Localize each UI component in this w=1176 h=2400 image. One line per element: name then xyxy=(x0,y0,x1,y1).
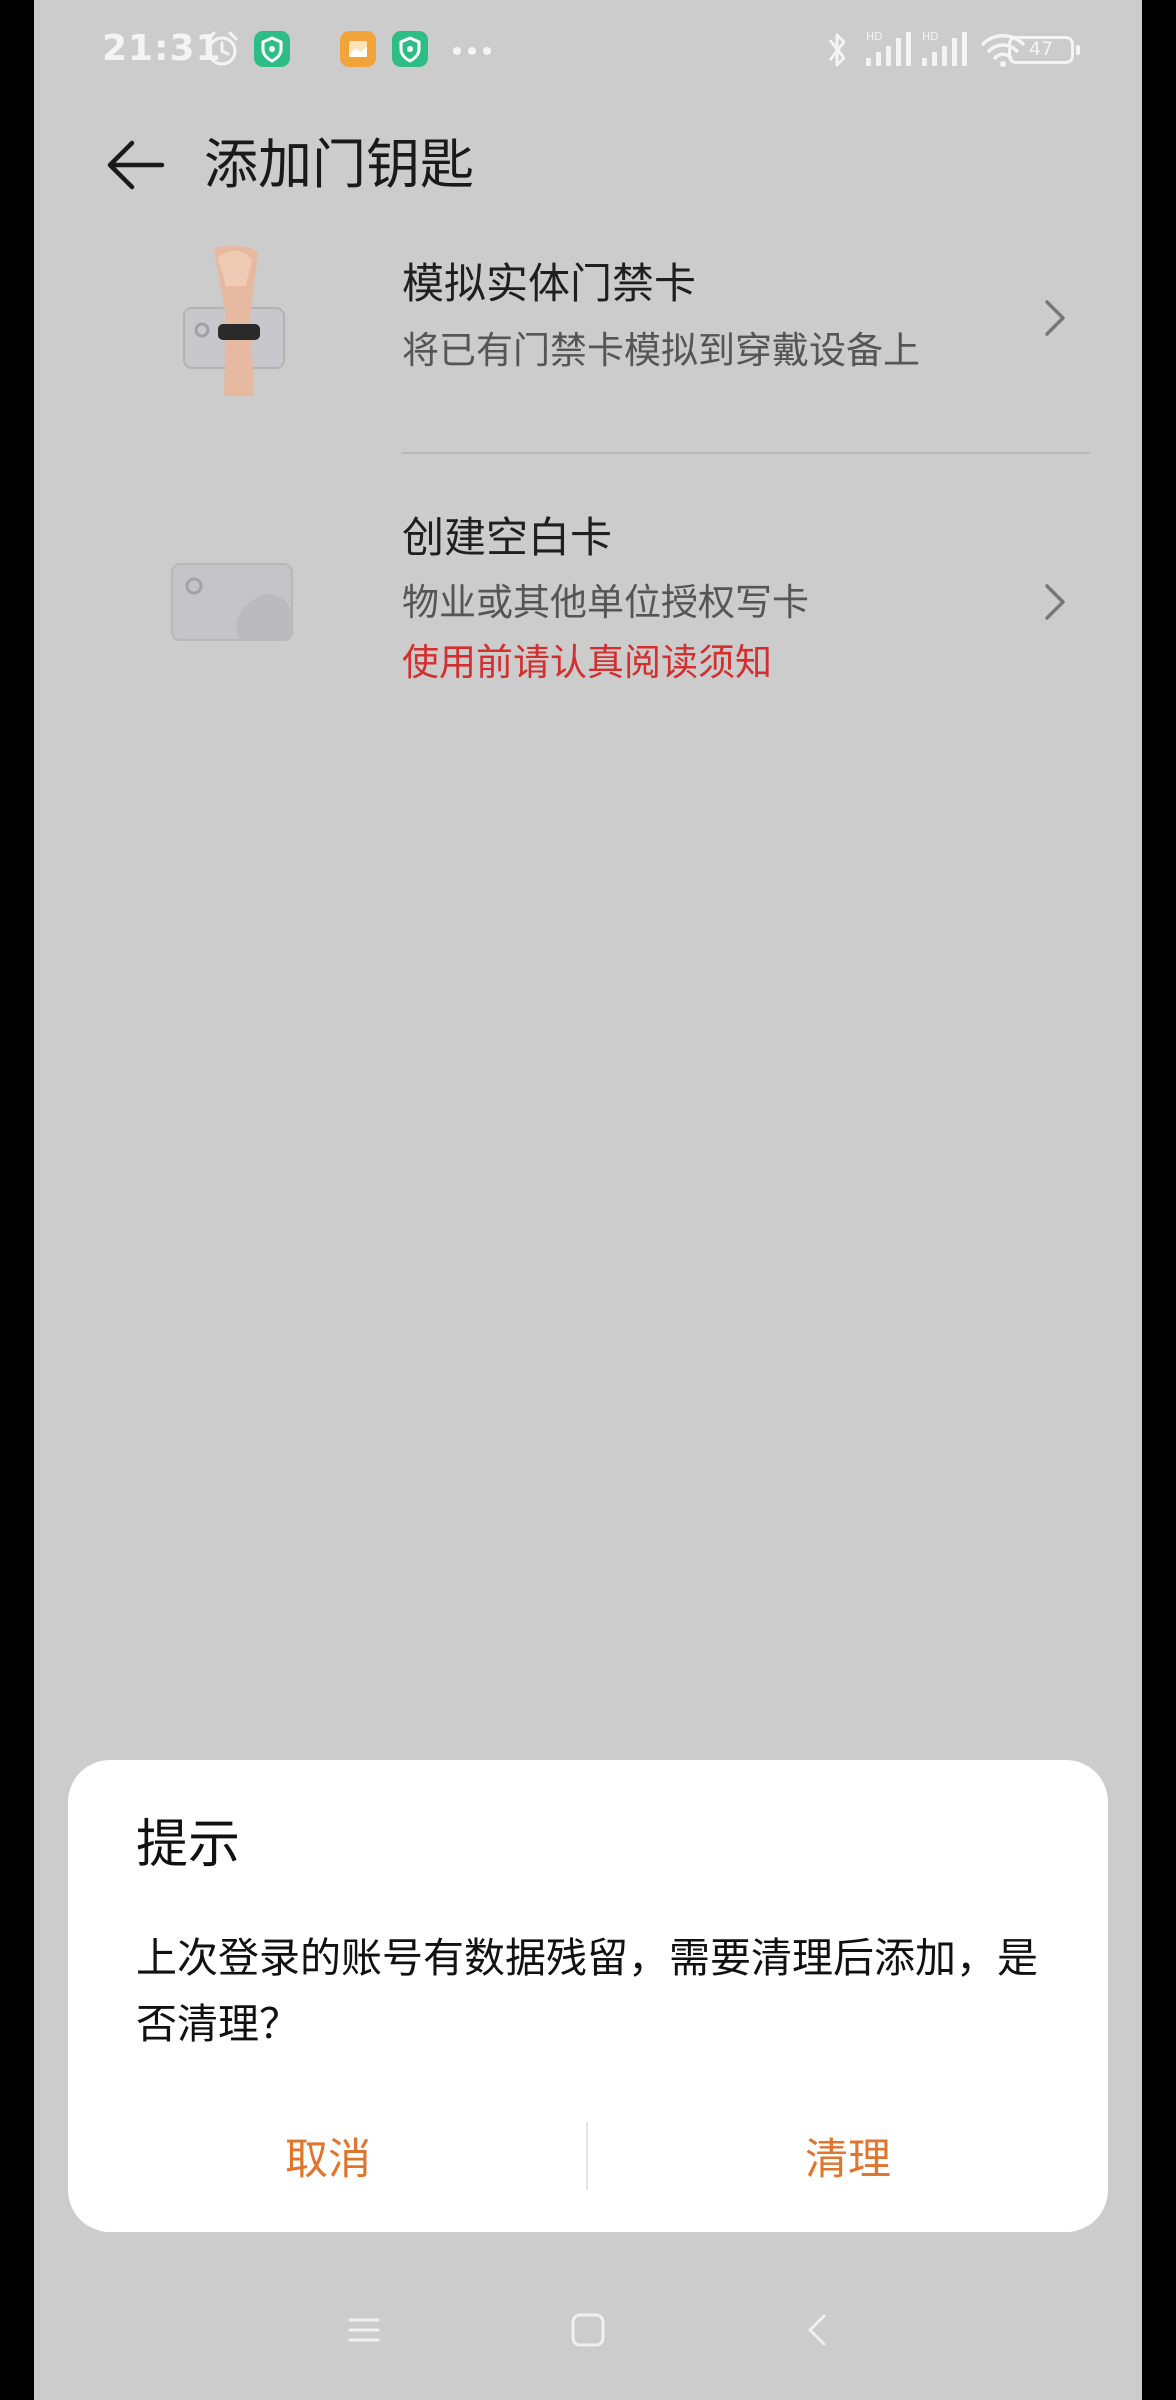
item-warning-link[interactable]: 使用前请认真阅读须知 xyxy=(402,638,772,688)
item-subtitle: 将已有门禁卡模拟到穿戴设备上 xyxy=(402,329,920,372)
item-title: 模拟实体门禁卡 xyxy=(402,259,697,308)
blank-card-icon xyxy=(171,563,293,641)
shield-app-icon xyxy=(254,31,290,67)
status-bar: 21:31 HD HD 47 xyxy=(34,0,1142,100)
svg-text:HD: HD xyxy=(922,30,939,43)
hd-signal-icon: HD xyxy=(866,30,911,66)
navigation-bar xyxy=(34,2290,1142,2380)
home-icon[interactable] xyxy=(568,2310,608,2350)
dialog-title: 提示 xyxy=(136,1815,241,1875)
hd-signal-icon: HD xyxy=(922,30,967,66)
button-separator xyxy=(586,2122,588,2190)
shield-app-icon xyxy=(392,31,428,67)
battery-icon: 47 xyxy=(1008,36,1080,64)
list-item-simulate-card[interactable]: 模拟实体门禁卡 将已有门禁卡模拟到穿戴设备上 xyxy=(34,240,1142,455)
bluetooth-icon xyxy=(828,33,846,67)
page-title: 添加门钥匙 xyxy=(204,133,474,196)
cancel-button[interactable]: 取消 xyxy=(78,2115,578,2205)
chevron-right-icon xyxy=(1045,584,1065,620)
screen: 21:31 HD HD 47 添加门钥匙 模拟实体门禁卡 将已有门禁卡模拟到穿戴… xyxy=(34,0,1142,2400)
item-title: 创建空白卡 xyxy=(402,513,613,562)
more-dots-icon xyxy=(453,47,491,55)
back-icon[interactable] xyxy=(798,2310,838,2350)
wristband-card-icon xyxy=(183,246,285,396)
menu-icon[interactable] xyxy=(344,2310,384,2350)
list-item-create-blank-card[interactable]: 创建空白卡 物业或其他单位授权写卡 使用前请认真阅读须知 xyxy=(34,470,1142,720)
back-button[interactable] xyxy=(102,130,172,200)
alarm-icon xyxy=(206,31,238,66)
gallery-app-icon xyxy=(340,31,376,67)
header: 添加门钥匙 xyxy=(34,110,1142,220)
item-subtitle: 物业或其他单位授权写卡 xyxy=(402,581,809,624)
svg-text:HD: HD xyxy=(866,30,883,43)
chevron-right-icon xyxy=(1045,300,1065,336)
dialog-message: 上次登录的账号有数据残留，需要清理后添加，是否清理？ xyxy=(136,1934,1038,2048)
divider xyxy=(402,452,1090,454)
prompt-dialog: 提示 上次登录的账号有数据残留，需要清理后添加，是否清理？ 取消 清理 xyxy=(68,1760,1108,2232)
clear-button[interactable]: 清理 xyxy=(598,2115,1098,2205)
